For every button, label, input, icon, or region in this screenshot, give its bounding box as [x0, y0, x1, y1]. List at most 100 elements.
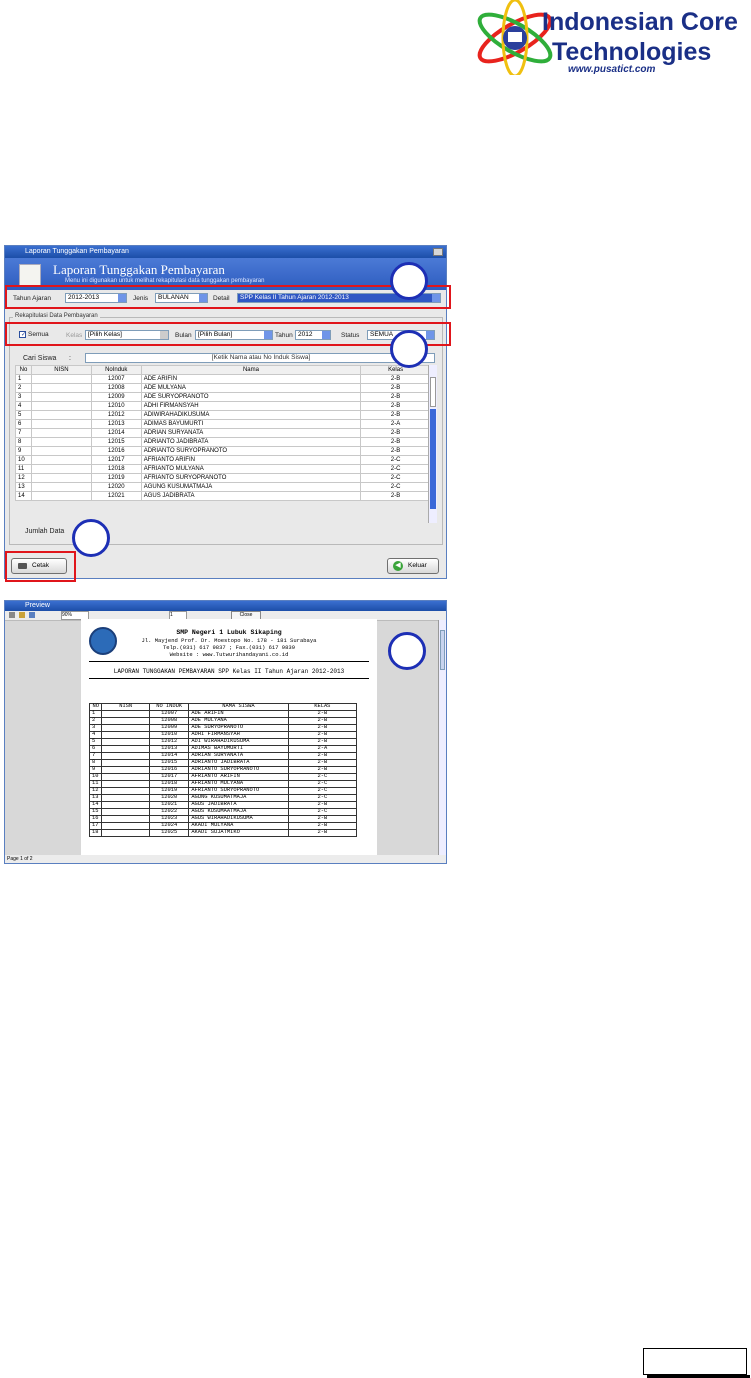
- scrollbar-track-fill: [430, 409, 436, 509]
- table-cell: ADIMAS BAYUMURTI: [140, 419, 362, 429]
- preview-window: Preview 90% 1 Close SMP Negeri 1 Lubuk S…: [4, 600, 447, 864]
- search-input[interactable]: [Ketik Nama atau No Induk Siswa]: [85, 353, 435, 363]
- table-cell: 12007: [90, 374, 142, 384]
- table-row[interactable]: 5 12012 ADIWIRAHADIKUSUMA 2-B: [15, 410, 431, 420]
- table-row[interactable]: 4 12010 ADHI FIRMANSYAH 2-B: [15, 401, 431, 411]
- table-body: 1 12007 ADE ARIFIN 2-B 2 12008 ADE MULYANA 2-B 3…: [15, 374, 431, 501]
- table-row[interactable]: 2 12008 ADE MULYANA 2-B: [15, 383, 431, 393]
- table-cell: [30, 374, 92, 384]
- table-cell: 2-B: [287, 829, 358, 837]
- table-cell: [101, 766, 150, 774]
- table-cell: [101, 829, 150, 837]
- table-row[interactable]: 9 12016 ADRIANTO SURYOPRANOTO 2-B: [15, 446, 431, 456]
- table-cell: ADRIANTO SURYOPRANOTO: [140, 446, 362, 456]
- table-row[interactable]: 8 12015 ADRIANTO JADIBRATA 2-B: [15, 437, 431, 447]
- table-cell: [30, 455, 92, 465]
- table-cell: [101, 815, 150, 823]
- table-cell: 12017: [90, 455, 142, 465]
- table-row[interactable]: 10 12017 AFRIANTO ARIFIN 2-C: [15, 455, 431, 465]
- table-row[interactable]: 7 12014 ADRIAN SURYANATA 2-B: [15, 428, 431, 438]
- table-row[interactable]: 6 12013 ADIMAS BAYUMURTI 2-A: [15, 419, 431, 429]
- rekap-group-label: Rekapitulasi Data Pembayaran: [13, 313, 100, 319]
- preview-titlebar: Preview: [5, 601, 446, 611]
- column-header: NISN: [30, 365, 92, 375]
- table-cell: [101, 710, 150, 718]
- table-cell: 9: [15, 446, 32, 456]
- table-cell: 12025: [148, 829, 190, 837]
- preview-scrollbar-thumb[interactable]: [440, 630, 445, 670]
- table-cell: 2-C: [360, 455, 431, 465]
- logo-line-2: Technologies: [552, 38, 712, 66]
- callout-circle-2: [390, 330, 428, 368]
- table-cell: 12020: [90, 482, 142, 492]
- arrow-left-icon: ◀: [393, 561, 403, 571]
- table-cell: 13: [15, 482, 32, 492]
- table-cell: 2-B: [360, 437, 431, 447]
- table-cell: 12012: [90, 410, 142, 420]
- table-cell: ADRIAN SURYANATA: [140, 428, 362, 438]
- table-row[interactable]: 3 12009 ADE SURYOPRANOTO 2-B: [15, 392, 431, 402]
- table-cell: 5: [15, 410, 32, 420]
- table-cell: 2-C: [360, 473, 431, 483]
- table-row[interactable]: 14 12021 AGUS JADIBRATA 2-B: [15, 491, 431, 501]
- table-cell: [101, 794, 150, 802]
- table-cell: [30, 437, 92, 447]
- search-placeholder: [Ketik Nama atau No Induk Siswa]: [211, 354, 311, 361]
- callout-circle-1: [390, 262, 428, 300]
- table-scrollbar[interactable]: [428, 365, 437, 523]
- table-cell: ADE MULYANA: [140, 383, 362, 393]
- window-titlebar: Laporan Tunggakan Pembayaran: [5, 246, 446, 258]
- table-cell: [30, 491, 92, 501]
- highlight-filter-row: [5, 285, 451, 309]
- table-cell: [30, 428, 92, 438]
- table-cell: 12013: [90, 419, 142, 429]
- report-table: NO NISN NO INDUK NAMA SISWA KELAS 1 12007 ADE …: [88, 703, 358, 837]
- table-cell: [30, 383, 92, 393]
- highlight-cetak-button: [5, 551, 76, 582]
- table-cell: 18: [88, 829, 103, 837]
- preview-scrollbar[interactable]: [438, 620, 446, 856]
- table-cell: AGUS JADIBRATA: [140, 491, 362, 501]
- table-row[interactable]: 13 12020 AGUNG KUSUMATMAJA 2-C: [15, 482, 431, 492]
- window-title: Laporan Tunggakan Pembayaran: [25, 248, 129, 255]
- table-cell: [30, 392, 92, 402]
- table-cell: 10: [15, 455, 32, 465]
- table-cell: 2-B: [360, 374, 431, 384]
- preview-title: Preview: [25, 602, 50, 609]
- table-row[interactable]: 18 12025 AKADI SUJATMIKO 2-B: [88, 829, 358, 837]
- table-cell: [101, 787, 150, 795]
- scrollbar-thumb[interactable]: [430, 377, 436, 407]
- table-cell: [101, 731, 150, 739]
- table-cell: [30, 401, 92, 411]
- column-header: Kelas: [360, 365, 431, 375]
- preview-statusbar: Page 1 of 2: [5, 855, 446, 863]
- report-icon: [19, 264, 41, 286]
- table-cell: 2-C: [360, 482, 431, 492]
- open-icon[interactable]: [19, 612, 25, 618]
- table-cell: [101, 724, 150, 732]
- search-label: Cari Siswa: [23, 355, 57, 362]
- close-icon[interactable]: [433, 248, 443, 256]
- table-cell: [30, 410, 92, 420]
- page-status: Page 1 of 2: [7, 856, 33, 862]
- table-cell: [101, 738, 150, 746]
- table-cell: 12018: [90, 464, 142, 474]
- search-colon: :: [69, 355, 71, 362]
- column-header: NoInduk: [90, 365, 142, 375]
- title-divider: [89, 678, 369, 679]
- table-row[interactable]: 11 12018 AFRIANTO MULYANA 2-C: [15, 464, 431, 474]
- table-cell: [101, 801, 150, 809]
- student-table: No NISN NoInduk Nama Kelas 1 12007 ADE ARIFIN 2…: [15, 365, 431, 501]
- table-row[interactable]: 1 12007 ADE ARIFIN 2-B: [15, 374, 431, 384]
- table-cell: 11: [15, 464, 32, 474]
- keluar-button[interactable]: ◀ Keluar: [387, 558, 439, 574]
- table-cell: 2-A: [360, 419, 431, 429]
- save-icon[interactable]: [29, 612, 35, 618]
- table-cell: 7: [15, 428, 32, 438]
- table-cell: 12009: [90, 392, 142, 402]
- table-row[interactable]: 12 12019 AFRIANTO SURYOPRANOTO 2-C: [15, 473, 431, 483]
- zoom-value: 90%: [62, 612, 73, 618]
- print-icon[interactable]: [9, 612, 15, 618]
- table-cell: [101, 808, 150, 816]
- page-title: Laporan Tunggakan Pembayaran: [53, 262, 225, 277]
